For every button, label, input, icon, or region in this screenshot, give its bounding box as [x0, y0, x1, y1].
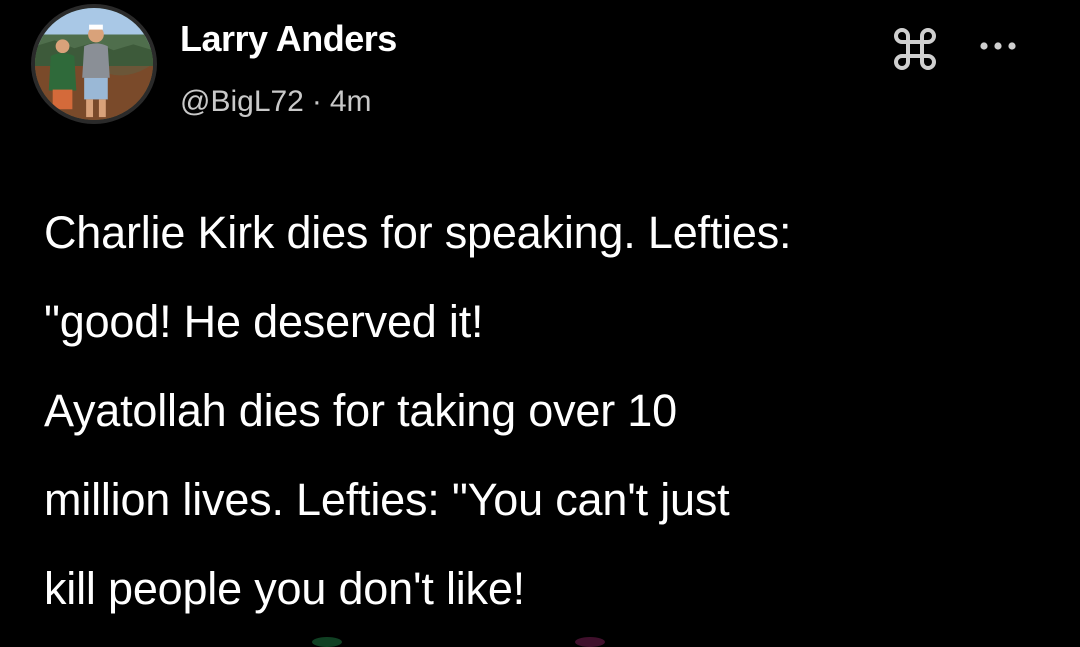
post-body-line: "good! He deserved it!	[44, 296, 484, 347]
post-body-line: kill people you don't like!	[44, 563, 525, 614]
author-name[interactable]: Larry Anders	[180, 18, 397, 60]
command-key-icon[interactable]	[893, 27, 937, 71]
more-horizontal-icon[interactable]	[978, 38, 1018, 54]
post-body-line: million lives. Lefties: "You can't just	[44, 474, 730, 525]
post-meta: @BigL72 · 4m	[180, 82, 372, 122]
cropped-action-icon	[312, 637, 342, 647]
post-card[interactable]: Larry Anders @BigL72 · 4m Charlie Kirk die…	[0, 0, 1080, 647]
cropped-action-icon	[575, 637, 605, 647]
avatar-photo	[35, 8, 153, 120]
post-body: Charlie Kirk dies for speaking. Lefties:…	[44, 188, 1054, 633]
author-handle[interactable]: @BigL72	[180, 85, 304, 118]
post-body-line: Charlie Kirk dies for speaking. Lefties:	[44, 207, 792, 258]
post-body-line: Ayatollah dies for taking over 10	[44, 385, 677, 436]
meta-separator: ·	[311, 85, 322, 118]
avatar[interactable]	[31, 4, 157, 124]
post-timestamp[interactable]: 4m	[330, 85, 372, 118]
